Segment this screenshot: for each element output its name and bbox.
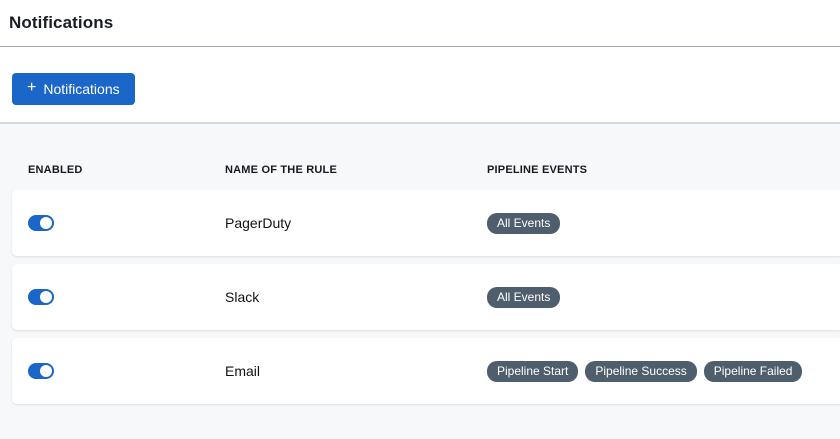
toggle-knob (40, 217, 52, 229)
event-badges: All Events (487, 213, 840, 234)
table-body: PagerDuty All Events Slack All Events Em… (0, 190, 840, 404)
add-notifications-button[interactable]: + Notifications (12, 73, 135, 105)
column-header-enabled: ENABLED (28, 164, 225, 190)
event-badges: All Events (487, 287, 840, 308)
rule-name: PagerDuty (225, 215, 487, 231)
rule-name: Slack (225, 289, 487, 305)
column-header-name: NAME OF THE RULE (225, 164, 487, 190)
enabled-cell (28, 363, 225, 379)
event-badge: All Events (487, 213, 560, 234)
title-divider (0, 46, 840, 47)
table-row: Email Pipeline StartPipeline SuccessPipe… (12, 338, 840, 404)
add-notifications-label: Notifications (43, 81, 119, 97)
rule-name: Email (225, 363, 487, 379)
event-badge: Pipeline Start (487, 361, 578, 382)
table-header-row: ENABLED NAME OF THE RULE PIPELINE EVENTS (0, 124, 840, 190)
event-badge: All Events (487, 287, 560, 308)
table-row: PagerDuty All Events (12, 190, 840, 256)
page-title: Notifications (0, 0, 840, 33)
notifications-page: Notifications + Notifications ENABLED NA… (0, 0, 840, 439)
toggle-knob (40, 291, 52, 303)
event-badges: Pipeline Start Pipeline Success Pipeline F… (487, 361, 840, 382)
enabled-cell (28, 215, 225, 231)
event-badge: Pipeline Success (585, 361, 696, 382)
table-row: Slack All Events (12, 264, 840, 330)
enabled-cell (28, 289, 225, 305)
column-header-events: PIPELINE EVENTS (487, 164, 840, 190)
plus-icon: + (27, 80, 36, 96)
enabled-toggle[interactable] (28, 363, 54, 379)
enabled-toggle[interactable] (28, 215, 54, 231)
enabled-toggle[interactable] (28, 289, 54, 305)
toggle-knob (40, 365, 52, 377)
event-badge: Pipeline Failed (704, 361, 803, 382)
notifications-table: ENABLED NAME OF THE RULE PIPELINE EVENTS… (0, 124, 840, 439)
